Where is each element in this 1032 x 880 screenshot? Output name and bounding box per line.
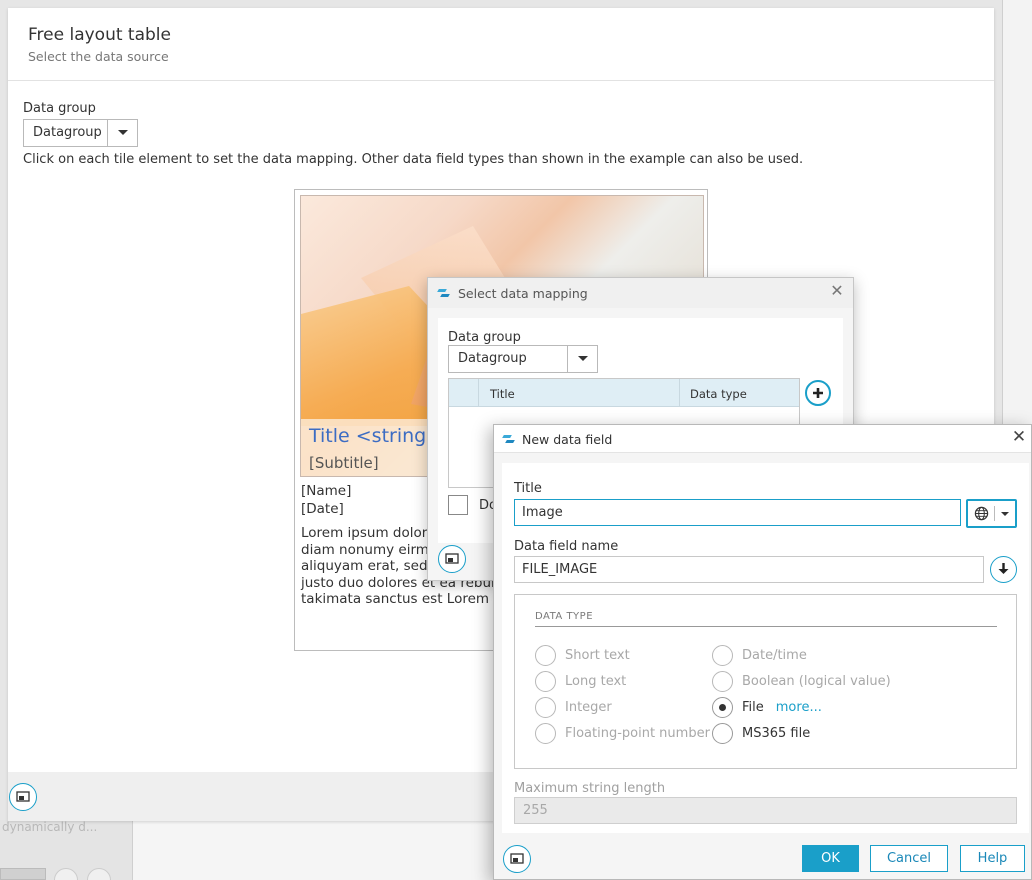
column-data-type[interactable]: Data type	[690, 387, 747, 401]
field-name-input[interactable]	[514, 556, 984, 583]
layout-icon	[445, 553, 459, 564]
radio-label: Short text	[565, 648, 630, 663]
chevron-down-icon[interactable]	[567, 346, 597, 372]
dialog-title: Free layout table	[28, 25, 171, 45]
tile-subtitle[interactable]: [Subtitle]	[309, 454, 379, 472]
instructions-text: Click on each tile element to set the da…	[23, 152, 804, 167]
radio-ms365-file[interactable]: MS365 file	[712, 723, 810, 744]
globe-icon	[974, 506, 989, 521]
close-icon[interactable]: ✕	[1011, 429, 1027, 446]
close-icon[interactable]: ✕	[829, 283, 845, 299]
tile-date[interactable]: [Date]	[301, 501, 344, 517]
arrow-down-icon	[998, 563, 1009, 574]
dialog-titlebar: Select data mapping ✕	[428, 278, 853, 308]
layout-button[interactable]	[438, 545, 466, 573]
radio-label: Date/time	[742, 648, 807, 663]
cancel-button[interactable]: Cancel	[870, 845, 948, 872]
background-round-button	[87, 868, 111, 880]
radio-label: File	[742, 700, 764, 715]
grid-header: Title Data type	[449, 379, 799, 407]
column-divider	[679, 379, 680, 407]
more-link[interactable]: more...	[776, 700, 822, 715]
dialog-title: New data field	[522, 432, 613, 447]
data-group-select[interactable]: Datagroup	[23, 119, 138, 147]
button-divider	[994, 506, 995, 521]
radio-circle	[535, 697, 556, 718]
radio-label: Long text	[565, 674, 627, 689]
radio-circle	[535, 645, 556, 666]
chevron-down-icon[interactable]	[1001, 512, 1009, 516]
new-data-field-dialog: New data field ✕ Title Data field name D…	[493, 424, 1032, 880]
help-button[interactable]: Help	[960, 845, 1025, 872]
radio-label: Boolean (logical value)	[742, 674, 891, 689]
background-round-button	[54, 868, 78, 880]
background-panel-bottom: dynamically d...	[0, 820, 502, 880]
field-name-label: Data field name	[514, 539, 619, 554]
radio-long-text[interactable]: Long text	[535, 671, 626, 692]
language-button[interactable]	[966, 499, 1017, 528]
dialog-body: Title Data field name DATA TYPE Short te…	[502, 463, 1029, 833]
data-group-label: Data group	[448, 330, 521, 345]
data-type-group: DATA TYPE Short text Long text Integer F…	[514, 594, 1017, 769]
download-field-name-button[interactable]	[990, 556, 1017, 583]
background-input	[0, 868, 46, 880]
data-type-heading: DATA TYPE	[535, 611, 997, 627]
app-logo-icon	[438, 287, 450, 299]
max-length-label: Maximum string length	[514, 781, 666, 796]
background-faded-text: dynamically d...	[2, 820, 98, 834]
title-input[interactable]	[514, 499, 961, 526]
data-group-select[interactable]: Datagroup	[448, 345, 598, 373]
layout-button[interactable]	[9, 783, 37, 811]
radio-boolean[interactable]: Boolean (logical value)	[712, 671, 891, 692]
radio-date-time[interactable]: Date/time	[712, 645, 807, 666]
radio-label: Floating-point number	[565, 726, 710, 741]
grid-header-cell	[449, 379, 479, 407]
plus-icon	[813, 388, 823, 398]
dialog-header: Free layout table Select the data source	[8, 8, 994, 81]
column-title[interactable]: Title	[490, 387, 515, 401]
radio-circle-selected	[712, 697, 733, 718]
radio-short-text[interactable]: Short text	[535, 645, 630, 666]
radio-circle	[535, 723, 556, 744]
ok-button[interactable]: OK	[802, 845, 859, 872]
app-logo-icon	[503, 433, 515, 445]
title-label: Title	[514, 481, 542, 496]
radio-circle	[712, 671, 733, 692]
chevron-down-icon[interactable]	[107, 120, 137, 146]
layout-icon	[16, 791, 30, 802]
tile-title[interactable]: Title <string>	[309, 425, 442, 447]
radio-label: MS365 file	[742, 726, 811, 741]
radio-circle	[712, 645, 733, 666]
data-group-value: Datagroup	[458, 351, 527, 366]
radio-integer[interactable]: Integer	[535, 697, 612, 718]
add-field-button[interactable]	[805, 380, 831, 406]
dialog-title: Select data mapping	[458, 286, 588, 301]
max-length-input: 255	[514, 797, 1017, 824]
radio-floating-point[interactable]: Floating-point number	[535, 723, 710, 744]
data-group-label: Data group	[23, 101, 96, 116]
layout-button[interactable]	[503, 845, 531, 873]
tile-name[interactable]: [Name]	[301, 483, 351, 499]
checkbox[interactable]	[448, 495, 468, 515]
dialog-titlebar: New data field ✕	[494, 425, 1031, 453]
data-group-value: Datagroup	[33, 125, 102, 140]
radio-file[interactable]: File more...	[712, 697, 822, 718]
dialog-subtitle: Select the data source	[28, 49, 169, 64]
layout-icon	[510, 853, 524, 864]
radio-circle	[712, 723, 733, 744]
background-side-panel	[132, 820, 502, 880]
radio-circle	[535, 671, 556, 692]
radio-label: Integer	[565, 700, 612, 715]
